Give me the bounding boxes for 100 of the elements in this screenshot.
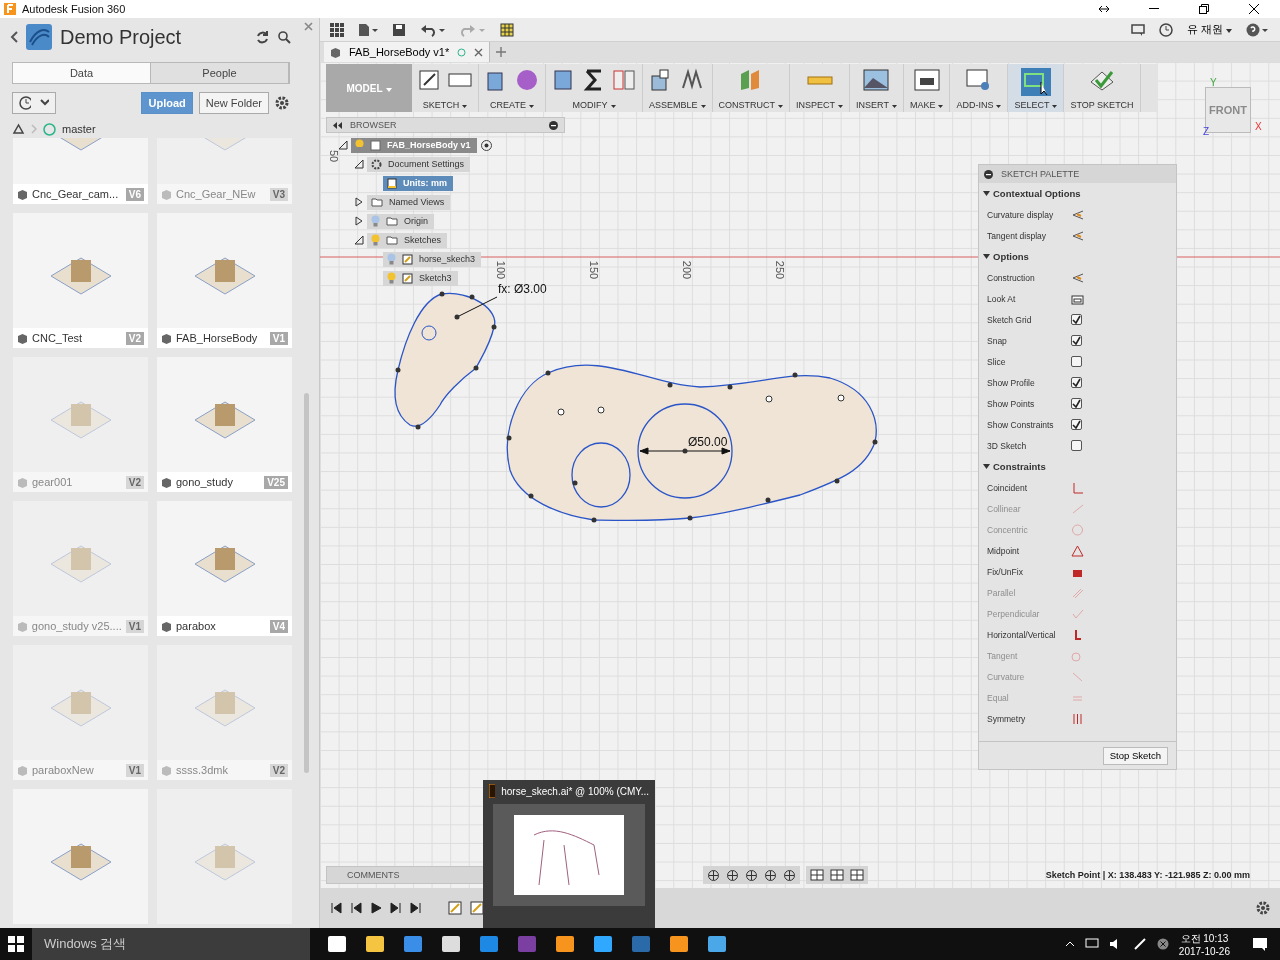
settings-button[interactable]: [275, 95, 289, 110]
play-button[interactable]: [370, 902, 382, 914]
notifications-button[interactable]: [1130, 23, 1145, 36]
sketch-feature-icon[interactable]: [470, 901, 484, 915]
network-icon[interactable]: [1084, 938, 1099, 950]
section-header[interactable]: Contextual Options: [979, 183, 1085, 204]
comments-bar[interactable]: COMMENTS: [326, 866, 486, 884]
next-button[interactable]: [390, 902, 402, 914]
file-card[interactable]: FAB_HorseBody V1: [157, 213, 292, 348]
tree-item[interactable]: Named Views: [367, 194, 451, 210]
taskbar-search-field[interactable]: Windows 검색: [32, 928, 310, 960]
first-button[interactable]: [330, 902, 342, 914]
toolbar-group[interactable]: MODIFY: [546, 64, 643, 112]
undo-button[interactable]: [420, 22, 446, 37]
scrollbar-thumb[interactable]: [304, 393, 309, 773]
toolbar-group[interactable]: STOP SKETCH: [1064, 64, 1141, 112]
minus-circle-icon[interactable]: [549, 120, 558, 130]
new-folder-button[interactable]: New Folder: [198, 91, 269, 114]
save-button[interactable]: [392, 22, 406, 37]
collapse-triangle-icon[interactable]: [354, 235, 364, 245]
restore-icon[interactable]: [1199, 4, 1209, 14]
constraint-icon[interactable]: [1071, 712, 1084, 725]
file-card[interactable]: parabox V4: [157, 501, 292, 636]
close-circle-icon[interactable]: [1156, 938, 1169, 950]
close-panel-button[interactable]: [304, 22, 313, 31]
checkbox[interactable]: [1071, 419, 1082, 430]
toolbar-group[interactable]: INSERT: [850, 64, 904, 112]
toolbar-group[interactable]: ASSEMBLE: [643, 64, 713, 112]
history-dropdown-button[interactable]: [12, 91, 56, 114]
tree-item[interactable]: Sketch3: [383, 270, 458, 286]
previous-button[interactable]: [350, 902, 362, 914]
pen-icon[interactable]: [1132, 938, 1147, 950]
app-logo-icon: [4, 3, 16, 15]
expand-triangle-icon[interactable]: [354, 216, 364, 226]
file-card[interactable]: gono_study v25.... V1: [13, 501, 148, 636]
file-card[interactable]: gono_study V25: [157, 357, 292, 492]
back-button[interactable]: [10, 31, 18, 43]
toolbar-group[interactable]: SKETCH: [412, 64, 479, 112]
refresh-button[interactable]: [255, 29, 270, 45]
file-card[interactable]: Cnc_Gear_cam... V6: [13, 138, 148, 204]
angle-lines-icon[interactable]: [1071, 229, 1084, 242]
help-button[interactable]: [1246, 22, 1270, 37]
radio-icon[interactable]: [479, 138, 493, 152]
monitor-icon[interactable]: [810, 868, 824, 882]
checkbox[interactable]: [1071, 440, 1082, 451]
angle-lines-icon[interactable]: [1071, 271, 1084, 284]
folder-icon: [386, 235, 398, 245]
section-header[interactable]: Constraints: [979, 456, 1050, 477]
panel-tab[interactable]: Data: [13, 63, 151, 83]
search-button[interactable]: [278, 30, 291, 44]
spreadsheet-icon[interactable]: [500, 22, 514, 37]
orbit-icon[interactable]: [707, 868, 720, 882]
collapse-triangle-icon[interactable]: [338, 140, 348, 150]
toolbar-group[interactable]: CREATE: [479, 64, 546, 112]
notification-icon[interactable]: [1252, 937, 1268, 951]
resize-arrows-icon[interactable]: [1099, 5, 1109, 13]
toolbar-group[interactable]: ADD-INS: [950, 64, 1009, 112]
app-grid-button[interactable]: [330, 22, 344, 37]
tree-item[interactable]: Document Settings: [367, 156, 471, 172]
stop-sketch-button[interactable]: Stop Sketch: [1102, 746, 1168, 765]
toolbar-group[interactable]: SELECT: [1008, 64, 1065, 112]
chevron-up-icon[interactable]: [1064, 941, 1075, 947]
collapse-arrows-icon[interactable]: [333, 121, 342, 129]
taskbar-clock[interactable]: 오전 10:13 2017-10-26: [1178, 931, 1230, 957]
grid-icon[interactable]: [830, 868, 844, 882]
close-icon[interactable]: [1249, 4, 1259, 14]
angle-lines-icon[interactable]: [1071, 208, 1084, 221]
minimize-icon[interactable]: [1149, 8, 1159, 10]
checkbox[interactable]: [1071, 335, 1082, 346]
tree-item[interactable]: horse_skech3: [383, 251, 482, 267]
option-label: Sketch Grid: [987, 314, 1033, 325]
toolbar-group[interactable]: CONSTRUCT: [712, 64, 791, 112]
file-card[interactable]: gear001 V2: [13, 357, 148, 492]
tree-item[interactable]: Units: mm: [383, 175, 453, 191]
panel-tab[interactable]: People: [151, 63, 289, 83]
file-card[interactable]: paraboxNew V1: [13, 645, 148, 780]
toolbar-group[interactable]: MAKE: [903, 64, 951, 112]
file-card[interactable]: CNC_Test V2: [13, 213, 148, 348]
section-header[interactable]: Options: [979, 246, 1033, 267]
checkbox[interactable]: [1071, 356, 1082, 367]
file-card[interactable]: Cnc_Gear_NEw V3: [157, 138, 292, 204]
tree-item[interactable]: Origin: [367, 213, 434, 229]
file-menu-button[interactable]: [358, 22, 378, 37]
clock-button[interactable]: [1158, 22, 1173, 37]
tree-item[interactable]: Sketches: [367, 232, 448, 248]
document-tab[interactable]: FAB_HorseBody v1*: [324, 42, 491, 62]
user-menu-button[interactable]: 유 재원: [1186, 22, 1232, 37]
toolbar-group[interactable]: INSPECT: [790, 64, 851, 112]
expand-triangle-icon[interactable]: [354, 197, 364, 207]
checkbox[interactable]: [1071, 398, 1082, 409]
checkbox[interactable]: [1071, 314, 1082, 325]
windows-logo-icon[interactable]: [8, 936, 24, 952]
minus-circle-icon[interactable]: [984, 169, 993, 179]
collapse-triangle-icon[interactable]: [354, 159, 364, 169]
checkbox[interactable]: [1071, 377, 1082, 388]
last-button[interactable]: [410, 902, 422, 914]
file-card[interactable]: ssss.3dmk V2: [157, 645, 292, 780]
settings-button[interactable]: [1256, 901, 1270, 915]
layout-icon[interactable]: [850, 868, 864, 882]
constraint-icon[interactable]: [1071, 544, 1084, 557]
